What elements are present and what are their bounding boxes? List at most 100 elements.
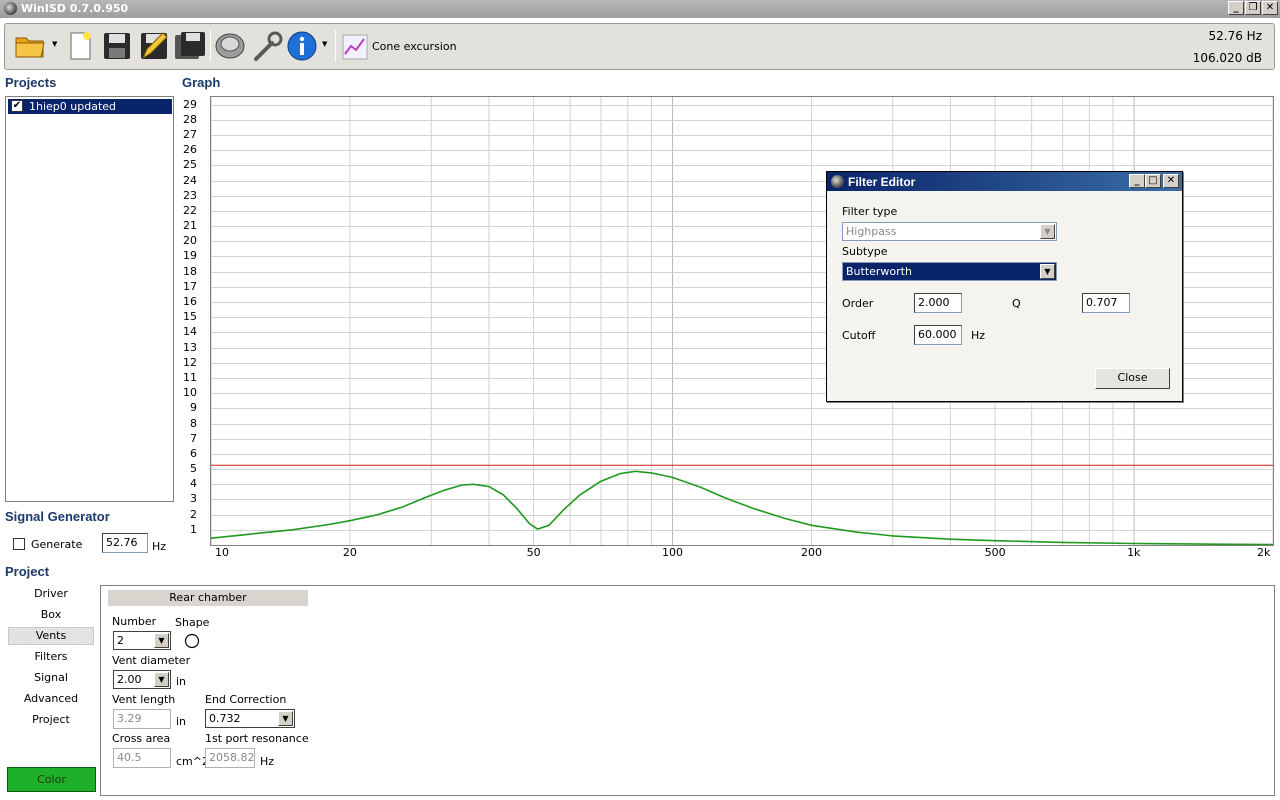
- end-correction-select[interactable]: 0.732 ▼: [205, 709, 295, 728]
- y-tick-label: 19: [183, 249, 197, 263]
- nav-vents[interactable]: Vents: [8, 627, 94, 645]
- y-tick-label: 15: [183, 310, 197, 324]
- response-curve: [211, 470, 1273, 545]
- vent-diameter-label: Vent diameter: [112, 654, 191, 667]
- chevron-down-icon[interactable]: ▼: [1040, 264, 1055, 279]
- cone-excursion-label[interactable]: Cone excursion: [372, 40, 457, 53]
- y-tick-label: 28: [183, 112, 197, 126]
- x-tick-label: 200: [800, 546, 822, 559]
- info-dropdown-icon[interactable]: ▼: [322, 40, 330, 48]
- chevron-down-icon[interactable]: ▼: [278, 711, 293, 726]
- chevron-down-icon[interactable]: ▼: [154, 672, 169, 687]
- close-icon[interactable]: ✕: [1262, 1, 1278, 15]
- info-icon[interactable]: [285, 29, 319, 63]
- vent-length-unit: in: [176, 715, 187, 728]
- nav-box[interactable]: Box: [8, 607, 94, 625]
- graph-title: Graph: [182, 75, 221, 90]
- y-tick-label: 17: [183, 279, 197, 293]
- nav-project[interactable]: Project: [8, 712, 94, 730]
- generate-label: Generate: [31, 538, 83, 551]
- dialog-title-bar[interactable]: Filter Editor _ □ ✕: [827, 172, 1182, 191]
- cone-excursion-icon[interactable]: [342, 34, 368, 60]
- signal-frequency-input[interactable]: 52.76: [102, 533, 148, 553]
- nav-advanced[interactable]: Advanced: [8, 691, 94, 709]
- minimize-icon[interactable]: _: [1228, 1, 1244, 15]
- color-button[interactable]: Color: [7, 767, 96, 792]
- port-resonance-input: 2058.82: [205, 748, 255, 768]
- subtype-select[interactable]: Butterworth ▼: [842, 262, 1057, 281]
- vent-diameter-value: 2.00: [117, 673, 142, 686]
- y-tick-label: 6: [190, 446, 197, 460]
- edit-icon[interactable]: [137, 29, 171, 63]
- new-file-icon[interactable]: [63, 29, 97, 63]
- nav-driver[interactable]: Driver: [8, 586, 94, 604]
- x-tick-label: 500: [984, 546, 1006, 559]
- y-tick-label: 7: [190, 431, 197, 445]
- end-correction-label: End Correction: [205, 693, 287, 706]
- cutoff-label: Cutoff: [842, 329, 876, 342]
- dialog-close-icon[interactable]: ✕: [1163, 174, 1179, 188]
- save-icon[interactable]: [100, 29, 134, 63]
- y-tick-label: 23: [183, 188, 197, 202]
- x-tick-label: 2k: [1257, 546, 1271, 559]
- order-input[interactable]: 2.000: [914, 293, 962, 313]
- project-section-title: Project: [5, 564, 50, 579]
- nav-filters[interactable]: Filters: [8, 649, 94, 667]
- chevron-down-icon[interactable]: ▼: [154, 633, 169, 648]
- number-label: Number: [112, 615, 157, 628]
- projects-title: Projects: [5, 75, 57, 90]
- vent-diameter-select[interactable]: 2.00 ▼: [113, 670, 171, 689]
- filter-type-select[interactable]: Highpass ▼: [842, 222, 1057, 241]
- y-tick-label: 9: [190, 401, 197, 415]
- q-input[interactable]: 0.707: [1082, 293, 1130, 313]
- round-shape-icon[interactable]: [184, 633, 200, 649]
- chevron-down-icon[interactable]: ▼: [1040, 224, 1055, 239]
- cutoff-input[interactable]: 60.000: [914, 325, 962, 345]
- y-tick-label: 12: [183, 355, 197, 369]
- project-item[interactable]: ✔ 1hiep0 updated: [8, 99, 172, 114]
- frequency-readout: 52.76 Hz: [1208, 29, 1263, 43]
- nav-signal[interactable]: Signal: [8, 670, 94, 688]
- y-tick-label: 24: [183, 173, 197, 187]
- vent-diameter-unit: in: [176, 675, 187, 688]
- window-title: WinISD 0.7.0.950: [21, 2, 129, 15]
- number-value: 2: [117, 634, 124, 647]
- app-icon: [4, 2, 17, 15]
- open-folder-icon[interactable]: [13, 29, 47, 63]
- shape-label: Shape: [175, 616, 210, 629]
- y-tick-label: 3: [190, 492, 197, 506]
- save-as-icon[interactable]: [173, 29, 207, 63]
- y-tick-label: 14: [183, 325, 197, 339]
- y-tick-label: 13: [183, 340, 197, 354]
- project-checkbox[interactable]: ✔: [11, 100, 23, 112]
- toolbar: ▼ ▼ Cone excursion 52.76 Hz 106.020 dB: [4, 23, 1275, 70]
- y-tick-label: 2: [190, 507, 197, 521]
- y-tick-label: 1: [190, 522, 197, 536]
- generate-checkbox[interactable]: [13, 538, 25, 550]
- y-tick-label: 10: [183, 386, 197, 400]
- db-readout: 106.020 dB: [1192, 51, 1262, 65]
- projects-list[interactable]: ✔ 1hiep0 updated: [5, 96, 174, 502]
- vent-length-input: 3.29: [113, 709, 171, 729]
- y-tick-label: 20: [183, 234, 197, 248]
- title-bar: WinISD 0.7.0.950 _ ❐ ✕: [0, 0, 1280, 18]
- y-tick-label: 25: [183, 158, 197, 172]
- x-tick-label: 50: [526, 546, 541, 559]
- x-tick-label: 20: [342, 546, 357, 559]
- dialog-title: Filter Editor: [848, 175, 916, 189]
- project-name: 1hiep0 updated: [29, 100, 117, 113]
- wrench-icon[interactable]: [250, 29, 284, 63]
- cross-area-label: Cross area: [112, 732, 171, 745]
- open-dropdown-icon[interactable]: ▼: [52, 40, 60, 48]
- speaker-driver-icon[interactable]: [213, 29, 247, 63]
- close-button[interactable]: Close: [1095, 368, 1170, 389]
- number-select[interactable]: 2 ▼: [113, 631, 171, 650]
- restore-icon[interactable]: ❐: [1245, 1, 1261, 15]
- cutoff-unit: Hz: [971, 329, 986, 342]
- dialog-maximize-icon[interactable]: □: [1145, 174, 1161, 188]
- dialog-minimize-icon[interactable]: _: [1129, 174, 1145, 188]
- subtype-value: Butterworth: [846, 265, 912, 278]
- x-tick-label: 10: [215, 546, 229, 559]
- y-tick-label: 18: [183, 264, 197, 278]
- y-tick-label: 26: [183, 143, 197, 157]
